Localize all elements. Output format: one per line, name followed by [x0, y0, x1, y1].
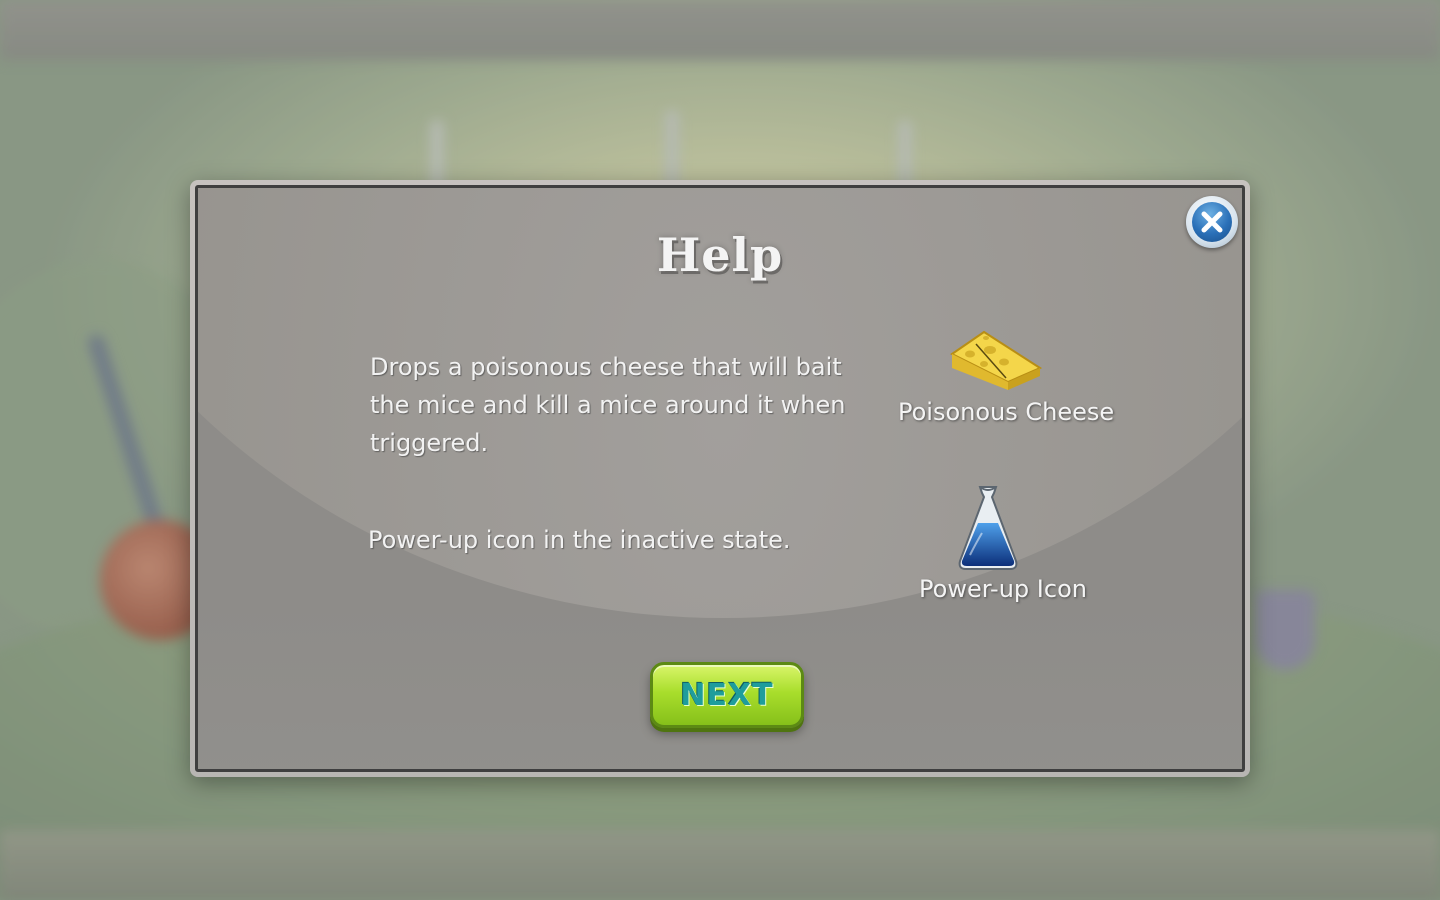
close-x-icon — [1192, 202, 1232, 242]
dialog-title: Help — [656, 228, 784, 282]
help-dialog: Help Drops a poisonous cheese that will … — [190, 180, 1250, 777]
game-screen: Help Drops a poisonous cheese that will … — [0, 0, 1440, 900]
cheese-icon — [946, 328, 1046, 390]
next-button[interactable]: NEXT — [650, 662, 804, 728]
cheese-description: Drops a poisonous cheese that will bait … — [370, 353, 846, 457]
close-button[interactable] — [1186, 196, 1238, 248]
powerup-description: Power-up icon in the inactive state. — [368, 526, 791, 554]
cheese-label: Poisonous Cheese — [898, 398, 1115, 426]
flask-icon — [956, 483, 1020, 573]
powerup-label: Power-up Icon — [919, 575, 1087, 603]
next-button-label: NEXT — [680, 677, 774, 713]
help-dialog-panel: Help Drops a poisonous cheese that will … — [195, 185, 1245, 772]
